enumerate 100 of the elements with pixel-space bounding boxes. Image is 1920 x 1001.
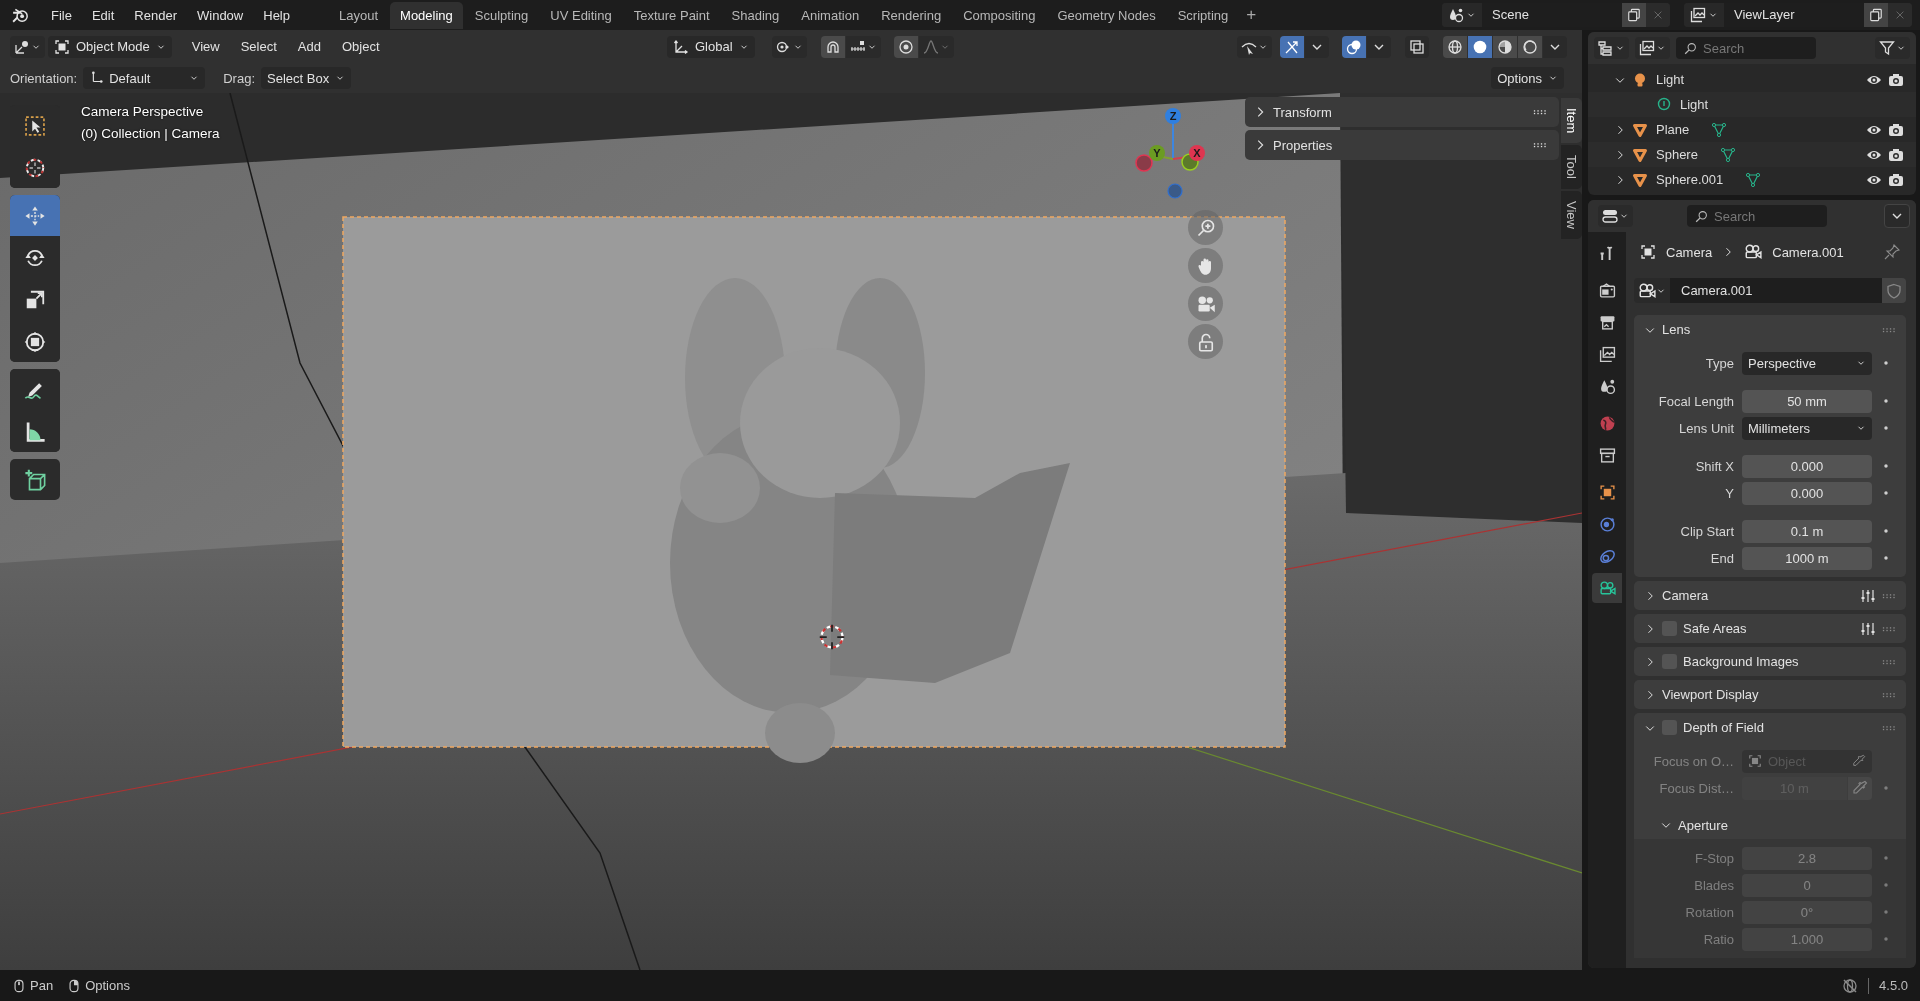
workspace-tab[interactable]: Modeling <box>390 1 463 29</box>
dropdown[interactable]: Perspective <box>1742 351 1872 375</box>
add-workspace-button[interactable]: + <box>1240 3 1263 27</box>
search-field[interactable]: Search <box>1676 37 1816 59</box>
overlay-toggle[interactable] <box>1342 35 1366 58</box>
workspace-tab[interactable]: Geometry Nodes <box>1047 1 1166 29</box>
workspace-tab[interactable]: Sculpting <box>464 1 539 29</box>
menu-item[interactable]: Window <box>188 3 253 27</box>
panel-title[interactable]: Viewport Display <box>1662 687 1759 702</box>
scene-field[interactable]: Scene <box>1482 3 1622 27</box>
panel-title[interactable]: Lens <box>1662 322 1691 337</box>
breadcrumb-item[interactable]: Camera.001 <box>1772 244 1844 260</box>
workspace-tab[interactable]: Shading <box>721 1 790 29</box>
options-dropdown[interactable]: Options <box>1491 67 1564 89</box>
display-mode-button[interactable] <box>1635 37 1670 59</box>
workspace-tab[interactable]: Rendering <box>871 1 952 29</box>
new-button[interactable] <box>1622 3 1646 27</box>
proportional-button[interactable] <box>893 35 918 58</box>
pivot-button[interactable] <box>771 35 807 58</box>
navigation-button[interactable] <box>1188 286 1223 321</box>
number-field[interactable]: 0.000 <box>1742 481 1872 505</box>
sidebar-tab[interactable]: View <box>1561 191 1582 240</box>
mesh-data-icon[interactable] <box>1745 171 1762 188</box>
menu-item[interactable]: Object <box>332 35 389 58</box>
panel-title[interactable]: Depth of Field <box>1683 720 1764 735</box>
render-camera-icon[interactable] <box>1888 71 1904 88</box>
number-field[interactable]: 0.1 m <box>1742 519 1872 543</box>
mode-dropdown[interactable]: Object Mode <box>48 35 172 58</box>
editor-type-button[interactable] <box>1598 205 1633 227</box>
panel-header[interactable]: Properties <box>1245 130 1559 160</box>
new-button[interactable] <box>1864 3 1888 27</box>
outliner-row[interactable]: Light <box>1588 67 1916 92</box>
axis-handle[interactable] <box>1165 108 1181 124</box>
panel-header[interactable]: Transform <box>1245 97 1559 127</box>
shading-button[interactable] <box>1443 35 1467 58</box>
axis-handle[interactable] <box>1167 183 1183 199</box>
pin-icon[interactable] <box>1884 244 1900 260</box>
axis-handle[interactable] <box>1189 145 1205 161</box>
menu-item[interactable]: Help <box>254 3 299 27</box>
snap-target-button[interactable] <box>845 35 881 58</box>
menu-item[interactable]: Edit <box>82 3 124 27</box>
mesh-data-icon[interactable] <box>1711 121 1728 138</box>
workspace-tab[interactable]: Layout <box>329 1 389 29</box>
shading-button[interactable] <box>1493 35 1517 58</box>
overlay-menu-button[interactable] <box>1367 35 1391 58</box>
gizmo-toggle[interactable] <box>1280 35 1304 58</box>
navigation-gizmo[interactable]: Z Y X <box>1123 103 1223 203</box>
menu-item[interactable]: Select <box>231 35 286 58</box>
search-field[interactable]: Search <box>1687 205 1827 227</box>
fake-user-button[interactable] <box>1882 278 1906 303</box>
view-layer-field[interactable]: ViewLayer <box>1724 3 1864 27</box>
datablock-name-field[interactable]: Camera.001 <box>1671 278 1882 303</box>
filter-button[interactable] <box>1875 37 1910 59</box>
panel-title[interactable]: Safe Areas <box>1683 621 1747 636</box>
3d-cursor-icon[interactable] <box>818 623 846 651</box>
drag-dropdown[interactable]: Select Box <box>261 67 352 89</box>
shading-button[interactable] <box>1518 35 1542 58</box>
workspace-tab[interactable]: Scripting <box>1167 1 1239 29</box>
panel-title[interactable]: Background Images <box>1683 654 1799 669</box>
transform-orientation-dropdown[interactable]: Global <box>666 35 755 58</box>
browse-button[interactable] <box>1634 278 1671 303</box>
outliner-row[interactable]: Sphere <box>1588 142 1916 167</box>
navigation-button[interactable] <box>1188 248 1223 283</box>
breadcrumb-item[interactable]: Camera <box>1666 244 1713 260</box>
selectability-button[interactable] <box>1237 35 1272 58</box>
outliner-row[interactable]: Light <box>1588 92 1916 117</box>
gizmo-menu-button[interactable] <box>1305 35 1329 58</box>
menu-item[interactable]: View <box>182 35 229 58</box>
number-field[interactable]: 50 mm <box>1742 389 1872 413</box>
outliner-row[interactable]: Sphere.001 <box>1588 167 1916 192</box>
axis-handle[interactable] <box>1135 154 1153 172</box>
orientation-dropdown[interactable]: Default <box>83 67 206 89</box>
editor-type-button[interactable] <box>10 35 45 58</box>
number-field[interactable]: 1000 m <box>1742 546 1872 570</box>
workspace-tab[interactable]: Texture Paint <box>623 1 720 29</box>
menu-item[interactable]: Render <box>125 3 186 27</box>
dropdown[interactable]: Millimeters <box>1742 416 1872 440</box>
sliders-icon[interactable] <box>1860 620 1876 637</box>
panel-title[interactable]: Camera <box>1662 588 1709 603</box>
menu-item[interactable]: Add <box>288 35 330 58</box>
workspace-tab[interactable]: Compositing <box>953 1 1046 29</box>
render-camera-icon[interactable] <box>1888 121 1904 138</box>
snap-button[interactable] <box>820 35 845 58</box>
sidebar-tab[interactable]: Tool <box>1561 145 1582 190</box>
render-camera-icon[interactable] <box>1888 146 1904 163</box>
navigation-button[interactable] <box>1188 324 1223 359</box>
navigation-button[interactable] <box>1188 210 1223 245</box>
mesh-data-icon[interactable] <box>1719 146 1736 163</box>
number-field[interactable]: 0.000 <box>1742 454 1872 478</box>
shading-button[interactable] <box>1468 35 1492 58</box>
editor-type-button[interactable] <box>1594 37 1629 59</box>
shading-menu-button[interactable] <box>1543 35 1567 58</box>
sliders-icon[interactable] <box>1860 587 1876 604</box>
properties-tab[interactable] <box>1592 573 1622 603</box>
menu-item[interactable]: File <box>42 3 81 27</box>
eyedropper-button[interactable] <box>1848 776 1872 800</box>
sidebar-tab[interactable]: Item <box>1561 98 1582 144</box>
subpanel-title[interactable]: Aperture <box>1678 817 1728 833</box>
options-button[interactable] <box>1884 204 1910 228</box>
xray-toggle[interactable] <box>1405 35 1429 58</box>
